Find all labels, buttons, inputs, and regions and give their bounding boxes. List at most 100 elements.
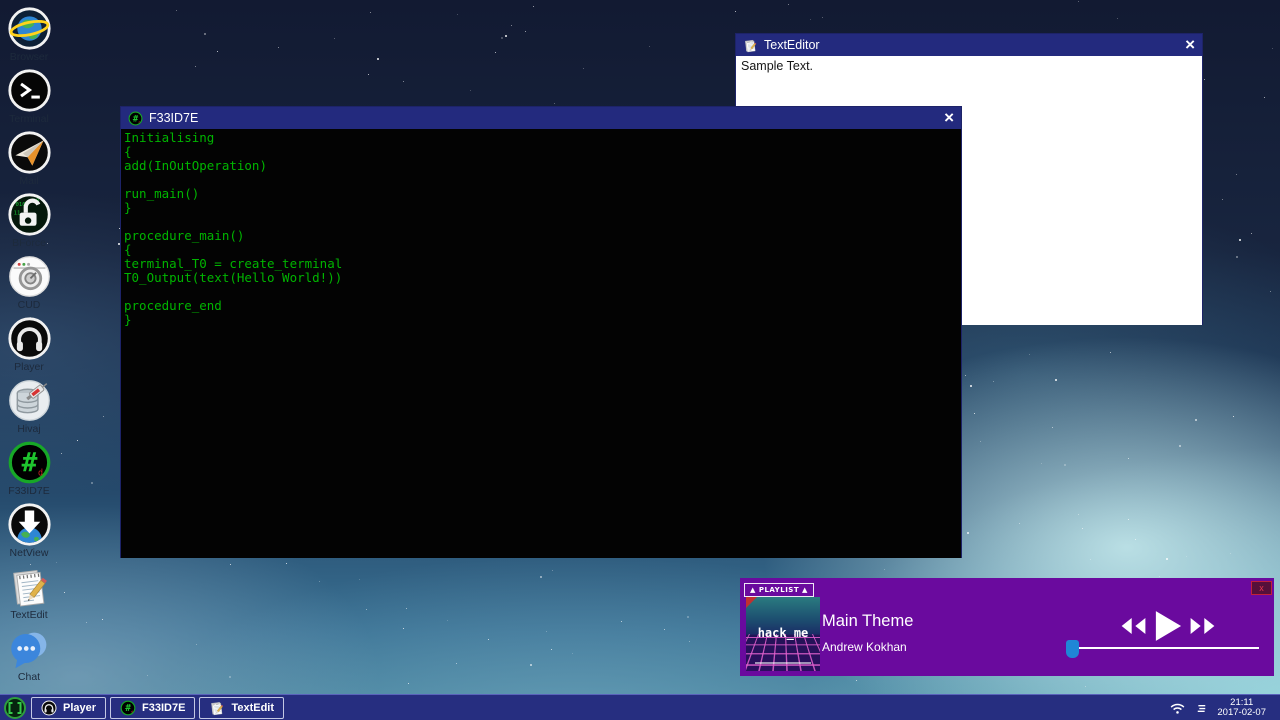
star [1186,556,1187,557]
chat-bubble-icon [7,626,52,671]
star [334,38,335,39]
star [501,37,503,39]
terminal-window-f33id7e: F33ID7E × Initialising { add(InOutOperat… [120,106,962,558]
taskbar-button-f33id7e[interactable]: F33ID7E [110,697,195,719]
desktop-icon-label: F33ID7E [8,485,49,497]
star [1117,18,1118,19]
texteditor-window-close-button[interactable]: × [1185,36,1195,54]
album-art: hack_me [746,597,820,671]
texteditor-window-titlebar[interactable]: TextEditor × [736,34,1202,56]
taskbar: Player F33ID7E TextEdit 21:11 2017-02-07 [0,694,1280,720]
star [649,46,650,47]
desktop-icon-browser[interactable]: Browser [0,6,61,68]
star [488,639,489,640]
star [229,676,231,678]
terminal-window-close-button[interactable]: × [944,109,954,127]
star [195,66,196,67]
star [980,441,981,442]
star [1233,416,1234,417]
star [147,675,148,676]
desktop-icon-terminal[interactable]: Terminal [0,68,61,130]
star [884,569,885,570]
star [1159,576,1160,577]
taskbar-button-list: Player F33ID7E TextEdit [31,697,284,719]
start-button[interactable] [3,696,27,720]
star [967,532,969,534]
star [366,609,367,610]
star [546,631,547,632]
star [176,10,177,11]
desktop-icon-label: BForce [12,237,46,249]
terminal-window-titlebar[interactable]: F33ID7E × [121,107,961,129]
star [1085,686,1086,687]
star [735,11,736,12]
desktop-icon-netview[interactable]: NetView [0,502,61,564]
star [370,12,371,13]
desktop-icon-chat[interactable]: Chat [0,626,61,688]
rewind-button[interactable] [1118,616,1147,636]
desktop-icon-textedit[interactable]: TextEdit [0,564,61,626]
star [1166,558,1168,560]
desktop-icon-bforce[interactable]: BForce [0,192,61,254]
star [533,6,534,7]
star [551,649,552,650]
desktop-icon-f33id7e[interactable]: F33ID7E [0,440,61,502]
progress-handle[interactable] [1066,640,1079,658]
star [1195,419,1197,421]
star [583,68,584,69]
star [1128,519,1129,520]
star [447,620,448,621]
star [1236,256,1238,258]
playlist-button[interactable]: ▲ PLAYLIST ▲ [744,583,814,597]
star [1052,427,1053,428]
play-button[interactable] [1154,610,1182,642]
paper-plane-icon [7,130,52,175]
star [1041,463,1042,464]
star [511,25,512,26]
star [1270,291,1271,292]
taskbar-button-player[interactable]: Player [31,697,106,719]
desktop-icon-cud[interactable]: CUD [0,254,61,316]
desktop-icon-label: TextEdit [10,609,47,621]
star [1064,464,1066,466]
star [403,628,404,629]
star [230,564,231,565]
star [822,17,823,18]
wifi-icon[interactable] [1169,700,1186,717]
progress-bar[interactable] [1071,647,1259,649]
desktop-icon-player[interactable]: Player [0,316,61,378]
taskbar-button-textedit[interactable]: TextEdit [199,697,284,719]
star [1230,553,1231,554]
desktop-icon-mail[interactable]: Mail [0,130,61,192]
fast-forward-button[interactable] [1189,616,1218,636]
track-artist: Andrew Kokhan [822,640,913,654]
player-close-button[interactable]: x [1251,581,1272,595]
taskbar-button-label: F33ID7E [142,702,185,714]
album-art-caption-line [755,662,811,664]
star [1204,79,1205,80]
taskbar-button-label: TextEdit [231,702,274,714]
star [64,592,65,593]
desktop-icon-label: Player [14,361,44,373]
terminal-window-body[interactable]: Initialising { add(InOutOperation) run_m… [121,129,961,558]
track-title: Main Theme [822,612,913,631]
desktop-icon-label: Hivaj [17,423,40,435]
star [61,453,62,454]
taskbar-clock: 21:11 2017-02-07 [1217,698,1266,719]
desktop-icon-hivaj[interactable]: Hivaj [0,378,61,440]
album-art-corner-triangle [746,597,757,608]
globe-icon [7,6,52,51]
syringe-database-icon [7,378,52,423]
star [1236,174,1237,175]
desktop-icon-label: Browser [10,51,49,63]
star [530,664,532,666]
desktop-icon-label: NetView [10,547,49,559]
track-info: Main Theme Andrew Kokhan [822,612,913,654]
star [319,581,320,582]
star [495,52,496,53]
player-controls [1118,607,1214,645]
notepad-icon [743,38,758,53]
star [102,619,103,620]
list-icon[interactable] [1194,701,1209,716]
star [408,683,409,684]
